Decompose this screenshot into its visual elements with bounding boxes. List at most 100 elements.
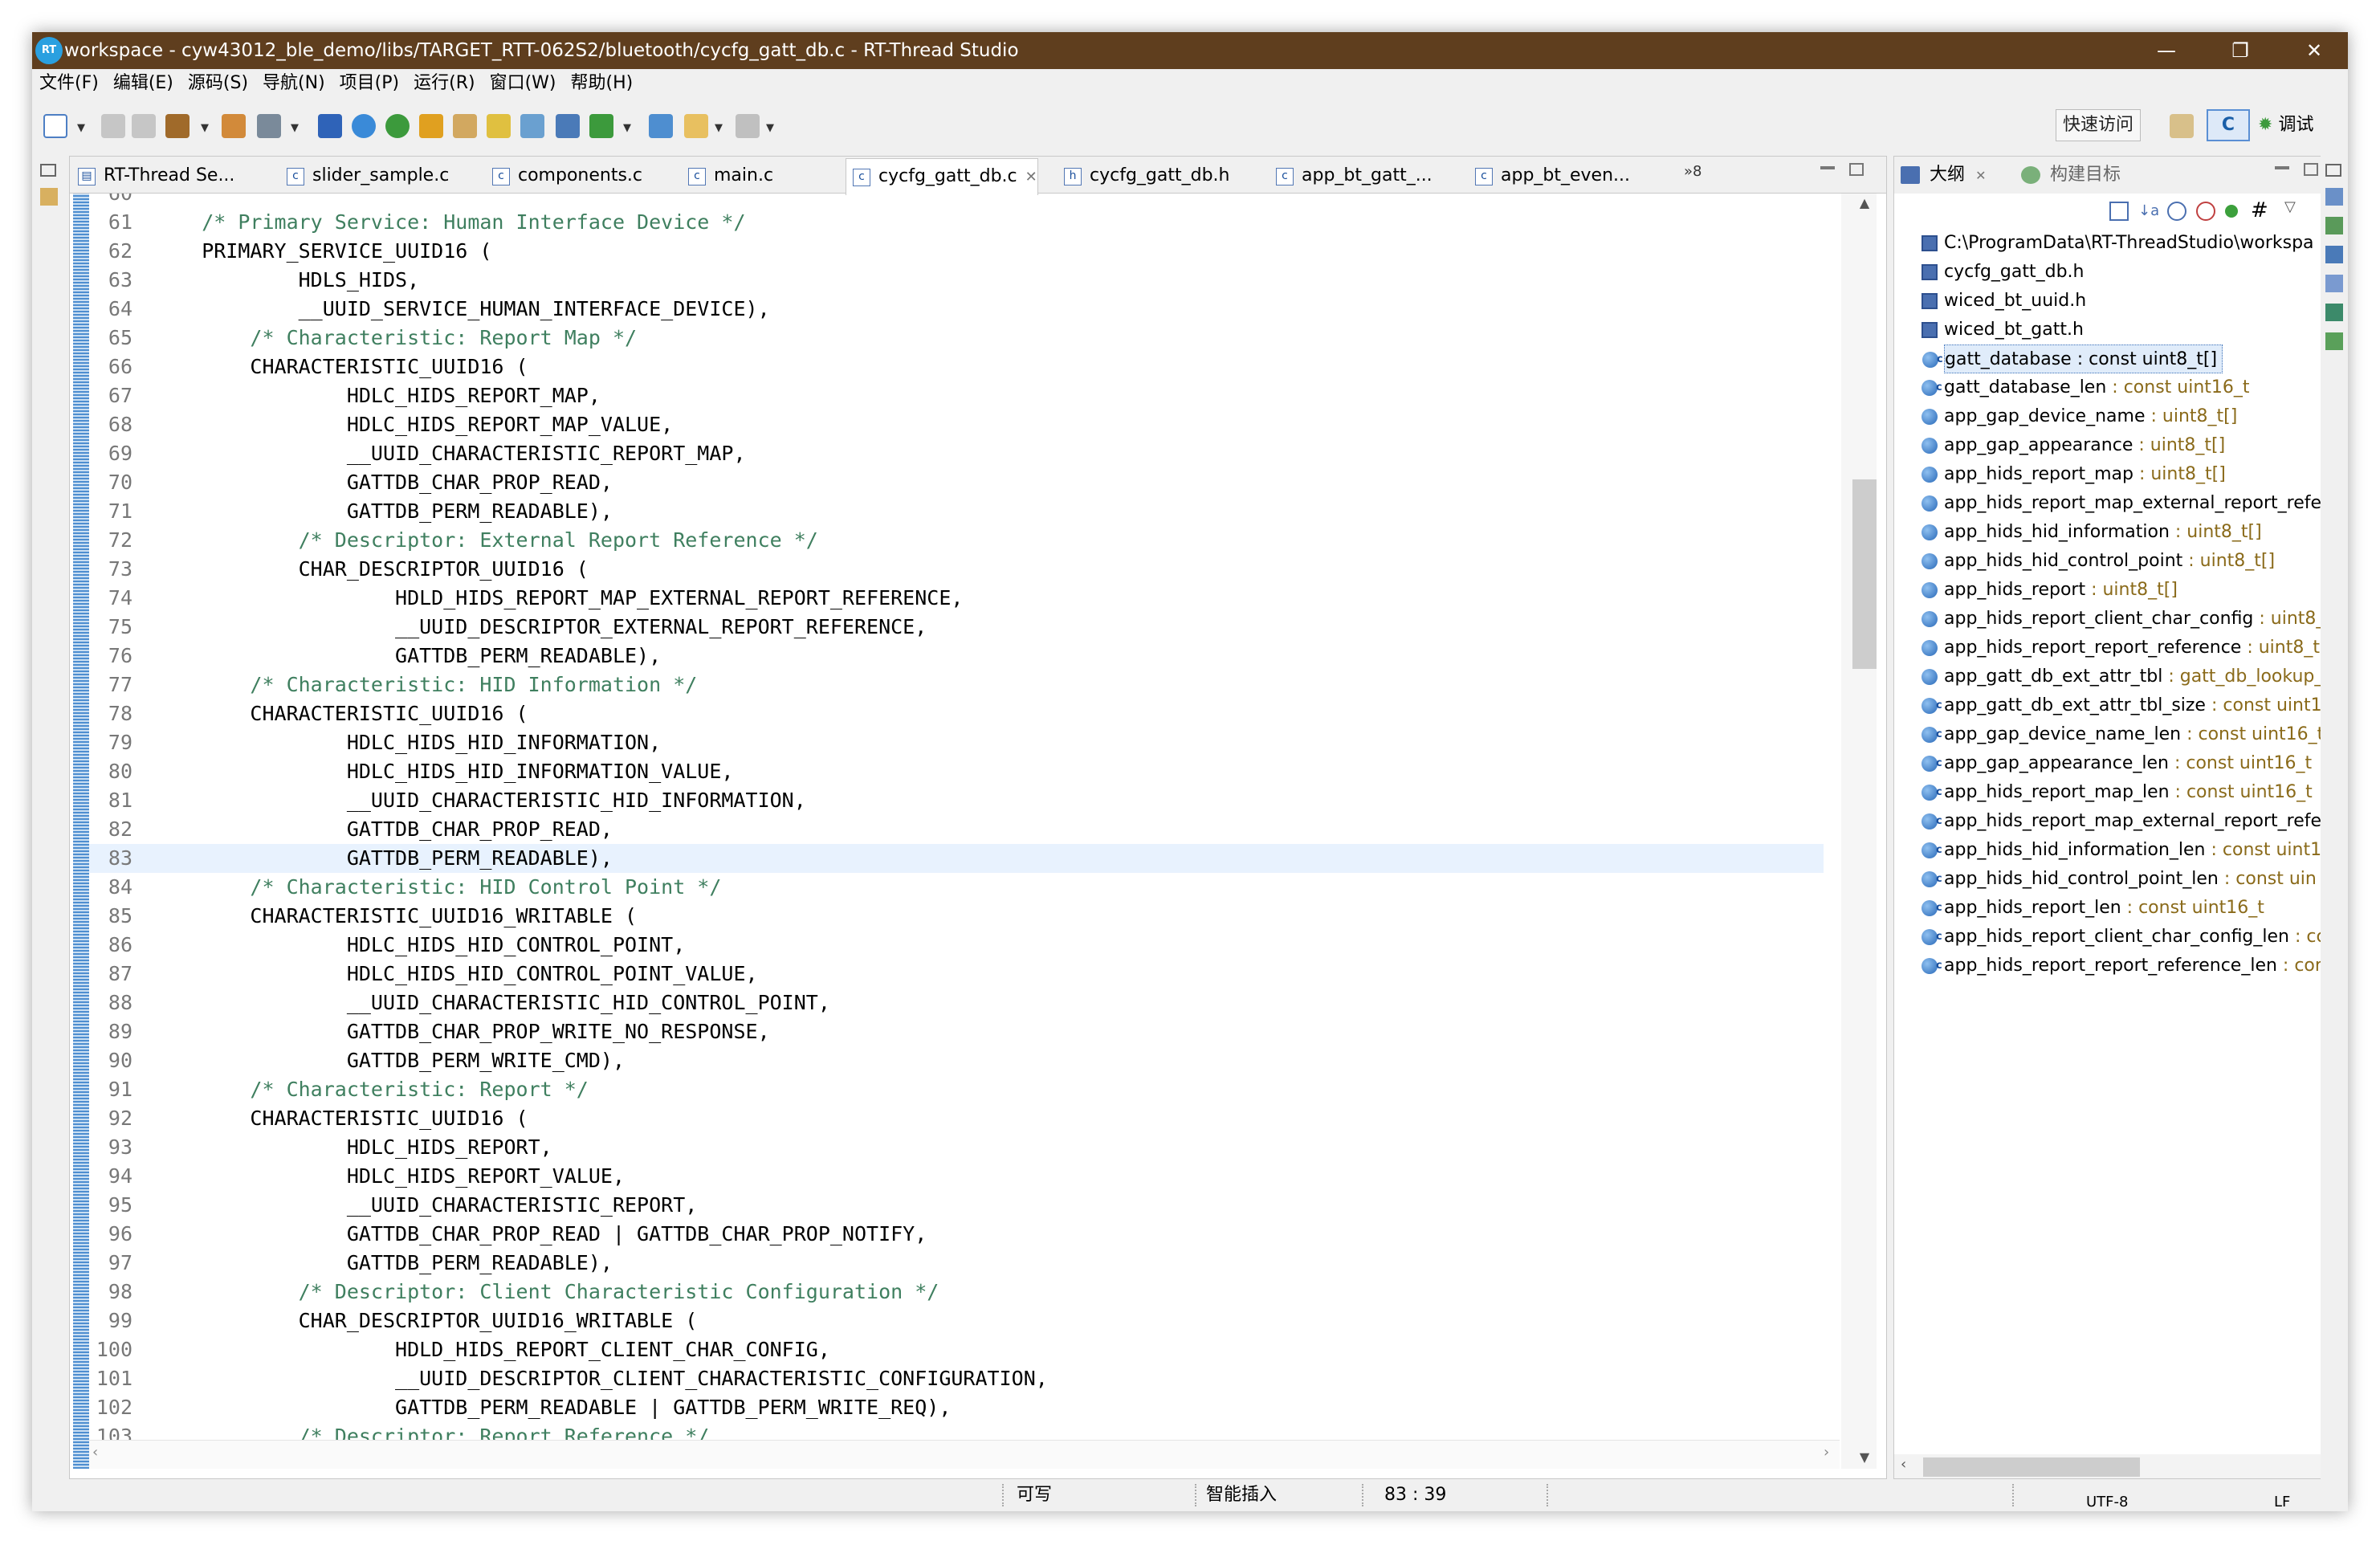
outline-item[interactable]: app_hids_report_client_char_config : uin…: [1922, 605, 2325, 634]
editor-tab[interactable]: c components.c: [486, 158, 642, 194]
hide-non-public-icon[interactable]: [2225, 205, 2238, 218]
outline-item[interactable]: app_hids_report : uint8_t[]: [1922, 576, 2178, 605]
code-line[interactable]: 80 HDLC_HIDS_HID_INFORMATION_VALUE,: [89, 757, 1824, 786]
layers-icon[interactable]: [649, 114, 673, 138]
code-line[interactable]: 95 __UUID_CHARACTERISTIC_REPORT,: [89, 1191, 1824, 1220]
editor-tab[interactable]: c main.c: [682, 158, 773, 194]
new-file-icon[interactable]: [43, 114, 67, 138]
forward-arrow-icon[interactable]: [736, 114, 760, 138]
console-icon[interactable]: [2325, 246, 2343, 263]
open-perspective-icon[interactable]: [2170, 114, 2194, 138]
outline-item[interactable]: c app_hids_hid_control_point_len : const …: [1922, 865, 2317, 894]
code-line[interactable]: 102 GATTDB_PERM_READABLE | GATTDB_PERM_W…: [89, 1393, 1824, 1422]
outline-item[interactable]: c app_hids_report_report_reference_len : …: [1922, 952, 2322, 980]
code-line[interactable]: 87 HDLC_HIDS_HID_CONTROL_POINT_VALUE,: [89, 960, 1824, 989]
minimize-editor-icon[interactable]: [1820, 166, 1835, 169]
tasks-icon[interactable]: [2325, 217, 2343, 234]
outline-item[interactable]: c app_hids_report_map_len : const uint16_…: [1922, 778, 2313, 807]
vertical-scrollbar[interactable]: ▲ ▼: [1841, 194, 1877, 1469]
horizontal-scrollbar[interactable]: ‹ ›: [89, 1440, 1840, 1469]
scroll-up-icon[interactable]: ▲: [1852, 195, 1877, 210]
code-line[interactable]: 78 CHARACTERISTIC_UUID16 (: [89, 699, 1824, 728]
outline-item[interactable]: c app_gap_appearance_len : const uint16_t: [1922, 749, 2312, 778]
outline-item[interactable]: c gatt_database : const uint8_t[]: [1922, 344, 2223, 373]
flash-download-icon[interactable]: [589, 114, 613, 138]
outline-item[interactable]: app_hids_report_map : uint8_t[]: [1922, 460, 2226, 489]
outline-tab[interactable]: 构建目标: [2015, 157, 2121, 194]
menu-file[interactable]: 文件(F): [32, 69, 106, 98]
code-line[interactable]: 90 GATTDB_PERM_WRITE_CMD),: [89, 1046, 1824, 1075]
maximize-outline-icon[interactable]: [2304, 163, 2318, 176]
menu-help[interactable]: 帮助(H): [563, 69, 640, 98]
chevron-down-icon[interactable]: ▼: [201, 122, 209, 134]
debug-perspective-button[interactable]: ✹ 调试: [2258, 109, 2313, 141]
status-encoding[interactable]: UTF-8: [2086, 1494, 2128, 1511]
editor-tab[interactable]: c app_bt_even...: [1469, 158, 1630, 194]
code-line[interactable]: 66 CHARACTERISTIC_UUID16 (: [89, 353, 1824, 381]
outline-item[interactable]: app_gap_appearance : uint8_t[]: [1922, 431, 2225, 460]
code-line[interactable]: 70 GATTDB_CHAR_PROP_READ,: [89, 468, 1824, 497]
view-menu-icon[interactable]: ▽: [2284, 198, 2296, 215]
outline-item[interactable]: c app_gap_device_name_len : const uint16_…: [1922, 720, 2324, 749]
tag-icon[interactable]: [556, 114, 580, 138]
code-line[interactable]: 100 HDLD_HIDS_REPORT_CLIENT_CHAR_CONFIG,: [89, 1335, 1824, 1364]
outline-item[interactable]: c app_hids_report_map_external_report_ref…: [1922, 807, 2321, 836]
code-line[interactable]: 74 HDLD_HIDS_REPORT_MAP_EXTERNAL_REPORT_…: [89, 584, 1824, 613]
code-line[interactable]: 88 __UUID_CHARACTERISTIC_HID_CONTROL_POI…: [89, 989, 1824, 1017]
code-line[interactable]: 72 /* Descriptor: External Report Refere…: [89, 526, 1824, 555]
code-line[interactable]: 97 GATTDB_PERM_READABLE),: [89, 1249, 1824, 1278]
outline-item[interactable]: app_hids_report_report_reference : uint8…: [1922, 634, 2320, 662]
build-hammer-icon[interactable]: [165, 114, 190, 138]
code-line[interactable]: 81 __UUID_CHARACTERISTIC_HID_INFORMATION…: [89, 786, 1824, 815]
menu-source[interactable]: 源码(S): [181, 69, 255, 98]
call-hierarchy-icon[interactable]: [2325, 332, 2343, 350]
chevron-down-icon[interactable]: ▼: [77, 122, 85, 134]
code-line[interactable]: 75 __UUID_DESCRIPTOR_EXTERNAL_REPORT_REF…: [89, 613, 1824, 642]
code-line[interactable]: 73 CHAR_DESCRIPTOR_UUID16 (: [89, 555, 1824, 584]
editor-tab[interactable]: c app_bt_gatt_...: [1269, 158, 1432, 194]
code-line[interactable]: 79 HDLC_HIDS_HID_INFORMATION,: [89, 728, 1824, 757]
code-line[interactable]: 68 HDLC_HIDS_REPORT_MAP_VALUE,: [89, 410, 1824, 439]
code-line[interactable]: 101 __UUID_DESCRIPTOR_CLIENT_CHARACTERIS…: [89, 1364, 1824, 1393]
maximize-button[interactable]: ❐: [2203, 32, 2277, 69]
code-editor[interactable]: 6061 /* Primary Service: Human Interface…: [89, 194, 1856, 1469]
outline-horizontal-scrollbar[interactable]: ‹ ›: [1894, 1454, 2342, 1478]
minimize-outline-icon[interactable]: [2275, 166, 2289, 169]
code-line[interactable]: 83 GATTDB_PERM_READABLE),: [89, 844, 1824, 873]
menu-window[interactable]: 窗口(W): [483, 69, 564, 98]
scroll-right-icon[interactable]: ›: [1824, 1444, 1829, 1461]
outline-item[interactable]: app_gap_device_name : uint8_t[]: [1922, 402, 2237, 431]
code-line[interactable]: 67 HDLC_HIDS_REPORT_MAP,: [89, 381, 1824, 410]
restore-icon[interactable]: [2325, 164, 2341, 177]
menu-project[interactable]: 项目(P): [332, 69, 406, 98]
c-perspective-button[interactable]: C: [2207, 109, 2250, 141]
outline-item[interactable]: c app_gatt_db_ext_attr_tbl_size : const u…: [1922, 691, 2333, 720]
code-line[interactable]: 91 /* Characteristic: Report */: [89, 1075, 1824, 1104]
code-line[interactable]: 82 GATTDB_CHAR_PROP_READ,: [89, 815, 1824, 844]
code-line[interactable]: 61 /* Primary Service: Human Interface D…: [89, 208, 1824, 237]
scroll-left-icon[interactable]: ‹: [92, 1444, 98, 1461]
outline-item[interactable]: wiced_bt_gatt.h: [1922, 316, 2084, 344]
hide-static-icon[interactable]: [2196, 202, 2215, 221]
menu-run[interactable]: 运行(R): [406, 69, 482, 98]
close-tab-icon[interactable]: ✕: [1971, 168, 1986, 183]
outline-item[interactable]: c app_hids_report_client_char_config_len …: [1922, 923, 2326, 952]
more-tabs-button[interactable]: »8: [1684, 163, 1701, 180]
code-line[interactable]: 85 CHARACTERISTIC_UUID16_WRITABLE (: [89, 902, 1824, 931]
collapse-all-icon[interactable]: [2109, 202, 2129, 221]
code-line[interactable]: 64 __UUID_SERVICE_HUMAN_INTERFACE_DEVICE…: [89, 295, 1824, 324]
chevron-down-icon[interactable]: ▼: [291, 122, 299, 134]
code-line[interactable]: 93 HDLC_HIDS_REPORT,: [89, 1133, 1824, 1162]
outline-item[interactable]: wiced_bt_uuid.h: [1922, 287, 2086, 316]
close-button[interactable]: ✕: [2277, 32, 2348, 69]
minimize-button[interactable]: —: [2129, 32, 2203, 69]
status-line-ending[interactable]: LF: [2274, 1494, 2290, 1511]
chevron-down-icon[interactable]: ▼: [766, 122, 774, 134]
build-all-icon[interactable]: [222, 114, 246, 138]
code-line[interactable]: 99 CHAR_DESCRIPTOR_UUID16_WRITABLE (: [89, 1307, 1824, 1335]
outline-item[interactable]: cycfg_gatt_db.h: [1922, 258, 2085, 287]
back-arrow-icon[interactable]: [684, 114, 708, 138]
clean-icon[interactable]: [257, 114, 281, 138]
outline-tab[interactable]: 大纲 ✕: [1894, 157, 1987, 194]
code-line[interactable]: 86 HDLC_HIDS_HID_CONTROL_POINT,: [89, 931, 1824, 960]
